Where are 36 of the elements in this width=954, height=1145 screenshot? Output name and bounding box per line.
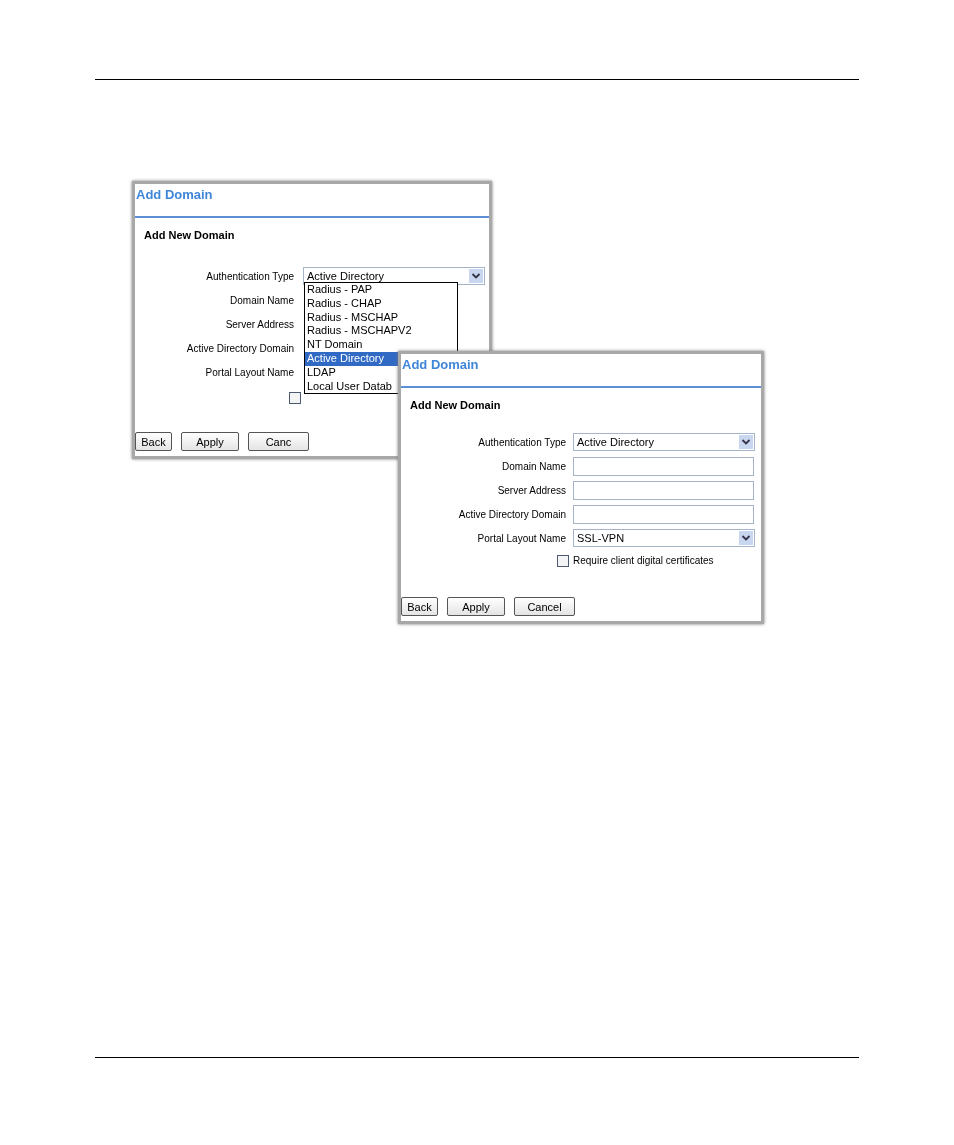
input-field[interactable] [573, 480, 754, 500]
field-label: Domain Name [230, 294, 294, 306]
caret-icon [739, 435, 753, 449]
select-field[interactable]: Active Directory [303, 267, 485, 285]
select-field[interactable]: SSL-VPN [573, 529, 755, 547]
field-label: Authentication Type [206, 270, 294, 282]
checkbox[interactable] [557, 554, 569, 567]
field-label: Server Address [497, 484, 566, 496]
caret-icon [739, 531, 753, 545]
button[interactable]: Back [401, 597, 438, 616]
field-label: Portal Layout Name [205, 366, 294, 378]
input-field[interactable] [573, 504, 754, 524]
field-label: Server Address [225, 318, 294, 330]
button[interactable]: Cancel [514, 597, 575, 616]
section-heading: Add New Domain [410, 398, 501, 412]
dialog-title: Add Domain [135, 186, 213, 204]
caret-icon [469, 269, 483, 283]
dropdown-option[interactable]: Radius - MSCHAPV2 [305, 324, 457, 339]
button[interactable]: Apply [181, 432, 239, 451]
checkbox-label: Require client digital certificates [573, 554, 714, 567]
field-label: Portal Layout Name [477, 532, 566, 544]
field-label: Active Directory Domain [458, 508, 566, 520]
field-label: Authentication Type [478, 436, 566, 448]
dropdown-option[interactable]: Radius - PAP [305, 283, 457, 297]
button[interactable]: Back [135, 432, 172, 451]
field-label: Domain Name [502, 460, 566, 472]
select-field[interactable]: Active Directory [573, 433, 755, 451]
field-label: Active Directory Domain [186, 342, 294, 354]
dropdown-option[interactable]: Radius - MSCHAP [305, 310, 457, 325]
checkbox[interactable] [289, 392, 301, 404]
input-field[interactable] [573, 456, 754, 476]
section-heading: Add New Domain [144, 228, 235, 242]
dropdown-option[interactable]: Radius - CHAP [305, 296, 457, 311]
button[interactable]: Apply [447, 597, 505, 616]
button[interactable]: Canc [248, 432, 309, 451]
dropdown-option[interactable]: NT Domain [305, 338, 457, 352]
